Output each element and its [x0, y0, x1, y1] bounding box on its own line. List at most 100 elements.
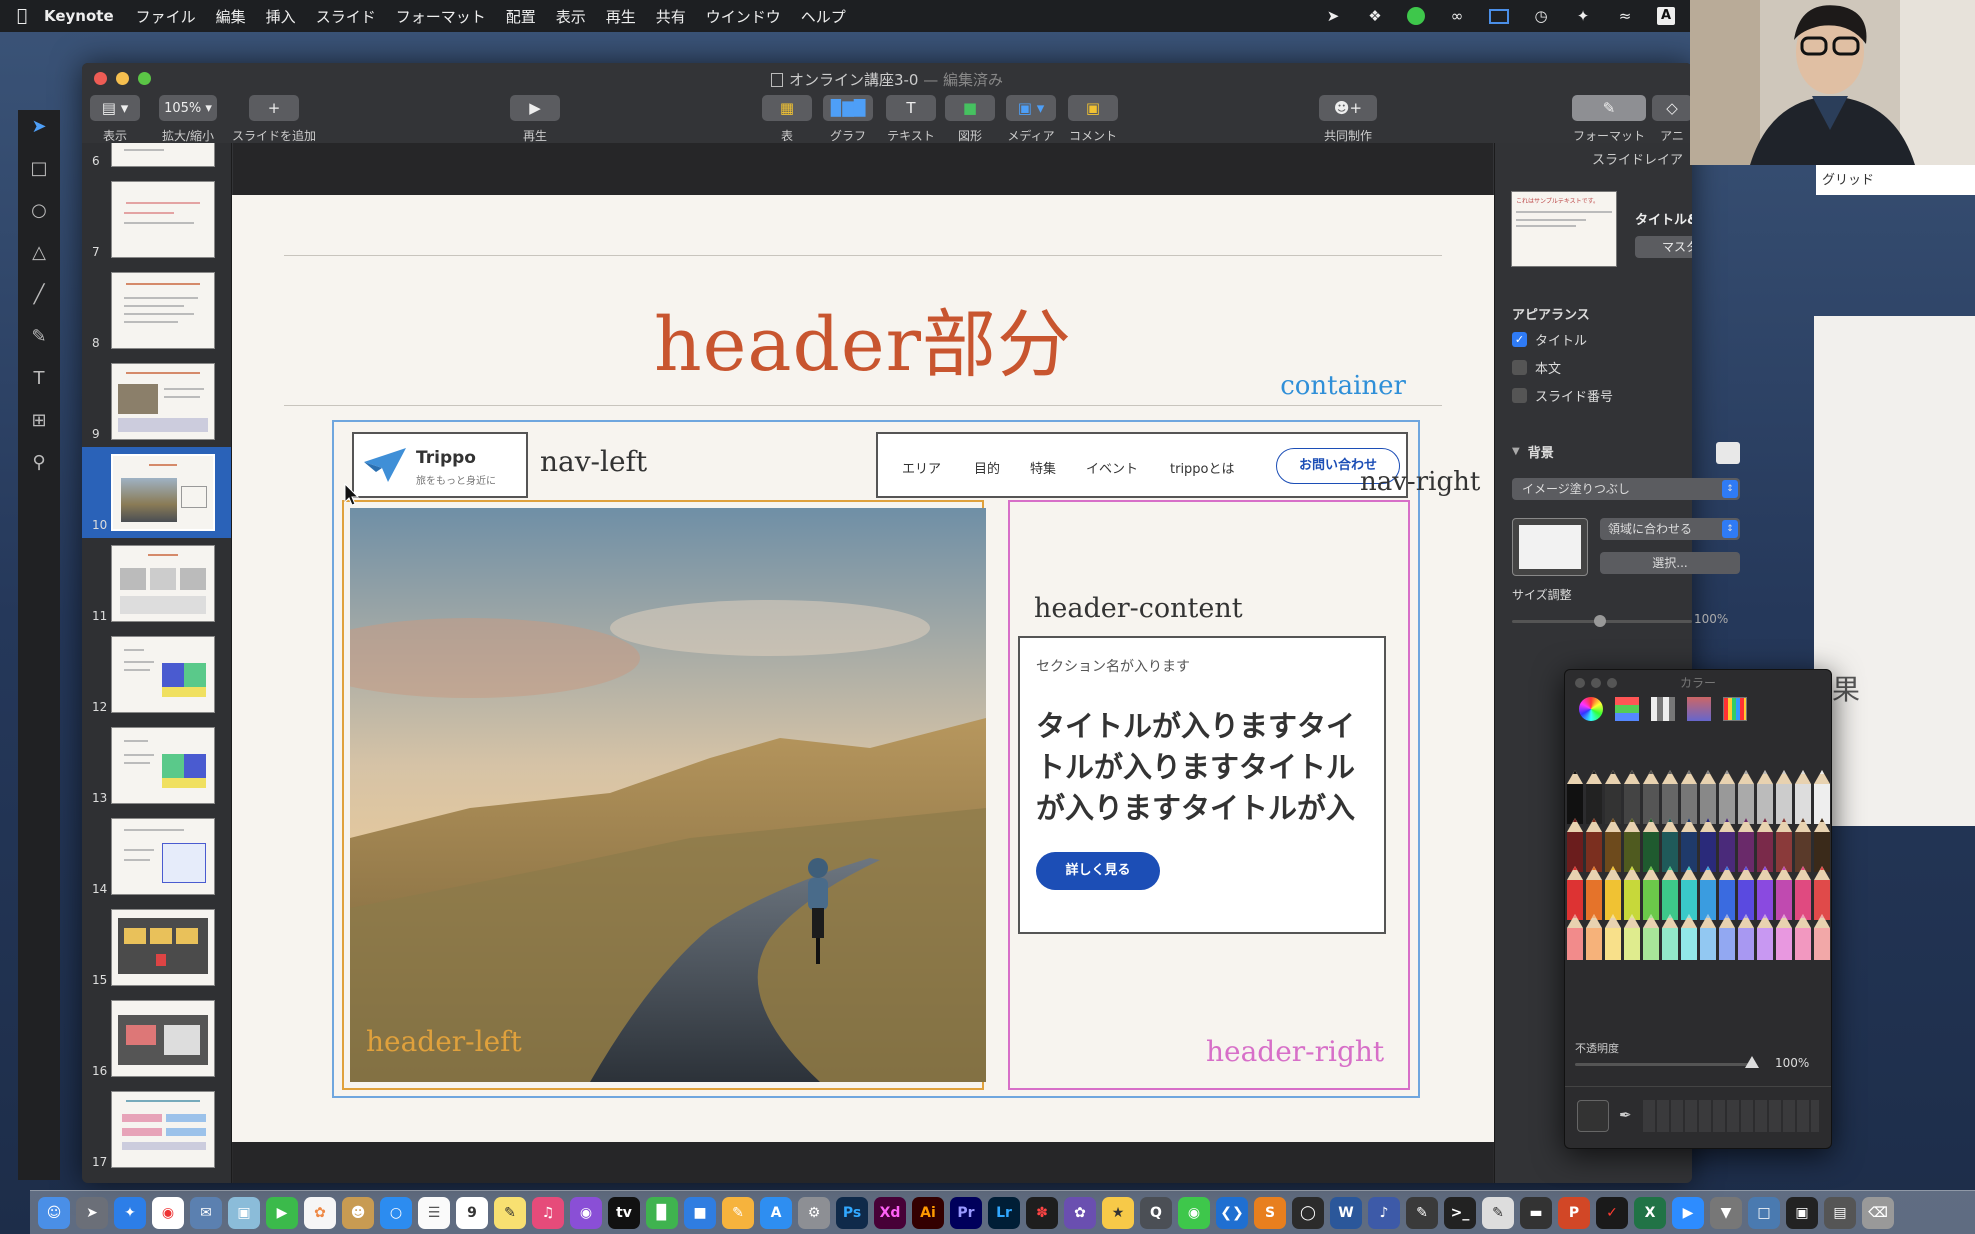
location-arrow-icon[interactable]: ➤ [1323, 7, 1343, 25]
menu-share[interactable]: 共有 [656, 6, 686, 27]
cyberduck-icon[interactable]: ★ [1102, 1196, 1134, 1229]
content-title[interactable]: タイトルが入りますタイトルが入りますタイトルが入りますタイトルが入 [1036, 706, 1376, 829]
activity-monitor-icon[interactable]: ▬ [1520, 1196, 1552, 1229]
menu-insert[interactable]: 挿入 [266, 6, 296, 27]
view-tool[interactable]: ▤ ▾ 表示 [90, 95, 140, 144]
menu-format[interactable]: フォーマット [396, 6, 486, 27]
shape-tool[interactable]: ■ 図形 [945, 95, 995, 144]
slide-number-checkbox[interactable] [1512, 388, 1527, 403]
line-tool-icon[interactable]: ╱ [34, 284, 45, 305]
header-content-label[interactable]: header-content [1034, 593, 1243, 624]
collaborate-tool[interactable]: ☻+ 共同制作 [1318, 95, 1378, 144]
menu-edit[interactable]: 編集 [216, 6, 246, 27]
slide-thumb-12[interactable]: 12 [82, 629, 231, 720]
section-name[interactable]: セクション名が入ります [1036, 656, 1190, 676]
wifi-icon[interactable]: ≈ [1615, 7, 1635, 25]
header-right-label[interactable]: header-right [1206, 1035, 1384, 1068]
zoom-tool-icon[interactable]: ⚲ [32, 452, 45, 473]
animate-tool[interactable]: ◇ アニ [1652, 95, 1692, 144]
size-value[interactable]: 100% [1694, 612, 1728, 626]
color-sliders-icon[interactable] [1615, 697, 1639, 721]
contacts-icon[interactable]: ☻ [342, 1196, 374, 1229]
slide-thumb-6[interactable]: 6 [82, 143, 231, 174]
zoom-icon[interactable]: ▶ [1672, 1196, 1704, 1229]
textedit-icon[interactable]: ✎ [1482, 1196, 1514, 1229]
lightroom-icon[interactable]: Lr [988, 1196, 1020, 1229]
size-slider-thumb[interactable] [1594, 615, 1606, 627]
nav-link-purpose[interactable]: 目的 [974, 458, 1000, 477]
headphones-icon[interactable]: ♪ [1368, 1196, 1400, 1229]
stickies-icon[interactable]: ✎ [494, 1196, 526, 1229]
comment-tool[interactable]: ▣ コメント [1067, 95, 1119, 144]
illustrator-icon[interactable]: Ai [912, 1196, 944, 1229]
media-tool[interactable]: ▣ ▾ メディア [1006, 95, 1056, 144]
input-method-badge[interactable]: A [1657, 7, 1675, 25]
sublime-icon[interactable]: S [1254, 1196, 1286, 1229]
triangle-tool-icon[interactable]: △ [32, 242, 46, 263]
keynote-icon[interactable]: ■ [684, 1196, 716, 1229]
format-tool[interactable]: ✎ フォーマット [1572, 95, 1646, 144]
scale-mode-select[interactable]: 領域に合わせる ↕ [1600, 518, 1740, 540]
opacity-slider[interactable] [1575, 1056, 1759, 1068]
nav-right-label[interactable]: nav-right [1360, 467, 1480, 497]
xd-icon[interactable]: Xd [874, 1196, 906, 1229]
add-slide-tool[interactable]: + スライドを追加 [232, 95, 316, 144]
figma-icon[interactable]: ✿ [1064, 1196, 1096, 1229]
menu-slide[interactable]: スライド [316, 6, 376, 27]
slide-thumb-8[interactable]: 8 [82, 265, 231, 356]
premiere-icon[interactable]: Pr [950, 1196, 982, 1229]
change-master-button[interactable]: マスターを変更 [1635, 236, 1692, 258]
body-checkbox-row[interactable]: 本文 [1512, 358, 1561, 377]
excel-icon[interactable]: X [1634, 1196, 1666, 1229]
color-wheel-icon[interactable] [1579, 697, 1603, 721]
display-icon[interactable] [1489, 8, 1509, 24]
nav-left-box[interactable]: Trippo 旅をもっと身近に [352, 432, 528, 498]
size-slider-track[interactable] [1512, 615, 1692, 627]
trash-icon[interactable]: ⌫ [1862, 1196, 1894, 1229]
documents-folder-icon[interactable]: □ [1748, 1196, 1780, 1229]
text-tool[interactable]: T テキスト [884, 95, 938, 144]
header-content-box[interactable]: セクション名が入ります タイトルが入りますタイトルが入りますタイトルが入りますタ… [1018, 636, 1386, 934]
numbers-icon[interactable]: ▉ [646, 1196, 678, 1229]
line-icon[interactable]: ◉ [1178, 1196, 1210, 1229]
notes-icon[interactable]: ☰ [418, 1196, 450, 1229]
container-label[interactable]: container [1280, 371, 1406, 401]
photoshop-icon[interactable]: Ps [836, 1196, 868, 1229]
chart-tool[interactable]: ▉▇█ グラフ [823, 95, 873, 144]
mail-icon[interactable]: ✉ [190, 1196, 222, 1229]
menu-window[interactable]: ウインドウ [706, 6, 781, 27]
slide-number-checkbox-row[interactable]: スライド番号 [1512, 386, 1613, 405]
menu-app-name[interactable]: Keynote [44, 7, 114, 25]
acrobat-icon[interactable]: ✓ [1596, 1196, 1628, 1229]
finder-icon[interactable]: ☺ [38, 1196, 70, 1229]
body-checkbox[interactable] [1512, 360, 1527, 375]
slide-thumb-16[interactable]: 16 [82, 993, 231, 1084]
eyedropper-icon[interactable]: ✒ [1619, 1106, 1632, 1124]
nav-link-area[interactable]: エリア [902, 458, 941, 477]
more-button[interactable]: 詳しく見る [1036, 852, 1160, 890]
slide-thumb-7[interactable]: 7 [82, 174, 231, 265]
zoom-tool[interactable]: 105% ▾ 拡大/縮小 [158, 95, 218, 144]
play-tool[interactable]: ▶ 再生 [510, 95, 560, 144]
image-palettes-icon[interactable] [1687, 697, 1711, 721]
pages-icon[interactable]: ✎ [722, 1196, 754, 1229]
crop-tool-icon[interactable]: ⊞ [31, 410, 46, 431]
nav-link-about[interactable]: trippoとは [1170, 458, 1235, 477]
color-swatches[interactable] [1643, 1100, 1819, 1132]
photos-icon[interactable]: ✿ [304, 1196, 336, 1229]
chrome-icon[interactable]: ◉ [152, 1196, 184, 1229]
terminal-icon[interactable]: >_ [1444, 1196, 1476, 1229]
obs-icon[interactable]: ◯ [1292, 1196, 1324, 1229]
nav-link-event[interactable]: イベント [1086, 458, 1138, 477]
downloads-folder-icon[interactable]: ▼ [1710, 1196, 1742, 1229]
slide-thumb-17[interactable]: 17 [82, 1084, 231, 1175]
bluetooth-icon[interactable]: ✦ [1573, 7, 1593, 25]
slide-thumb-11[interactable]: 11 [82, 538, 231, 629]
calendar-icon[interactable]: 9 [456, 1196, 488, 1229]
messages-icon[interactable]: ○ [380, 1196, 412, 1229]
vscode-icon[interactable]: ❮❯ [1216, 1196, 1248, 1229]
background-section[interactable]: ▼ 背景 [1512, 442, 1554, 461]
music-icon[interactable]: ♫ [532, 1196, 564, 1229]
select-arrow-icon[interactable]: ➤ [31, 116, 46, 137]
fill-type-select[interactable]: イメージ塗りつぶし ↕ [1512, 478, 1740, 500]
